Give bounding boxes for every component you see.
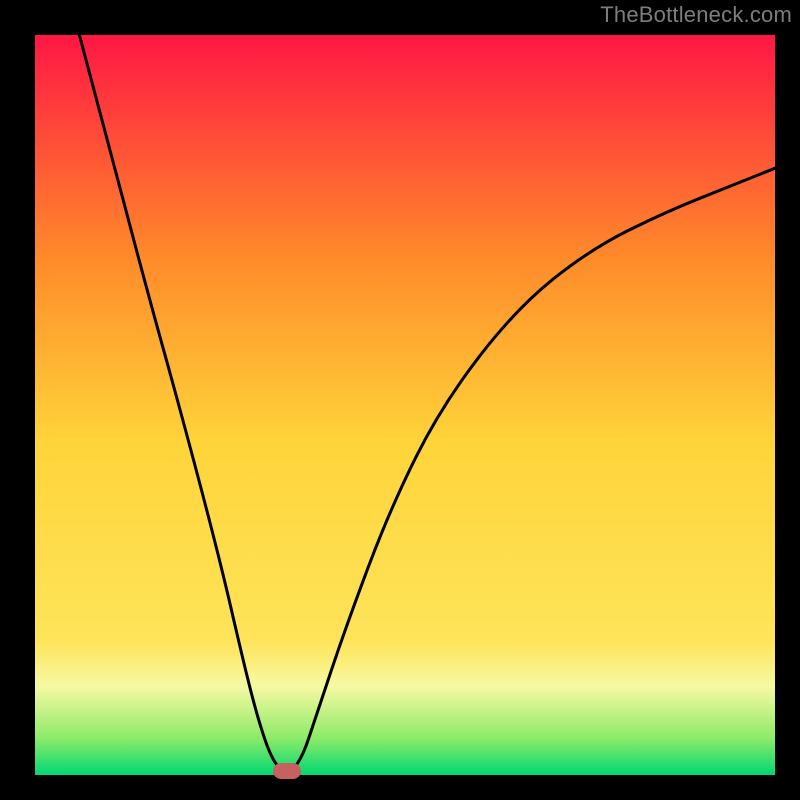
minimum-marker [273,763,301,779]
curve-layer [35,35,775,775]
plot-area [35,35,775,775]
watermark-text: TheBottleneck.com [600,2,792,28]
chart-frame: TheBottleneck.com [0,0,800,800]
bottleneck-curve [79,35,775,771]
